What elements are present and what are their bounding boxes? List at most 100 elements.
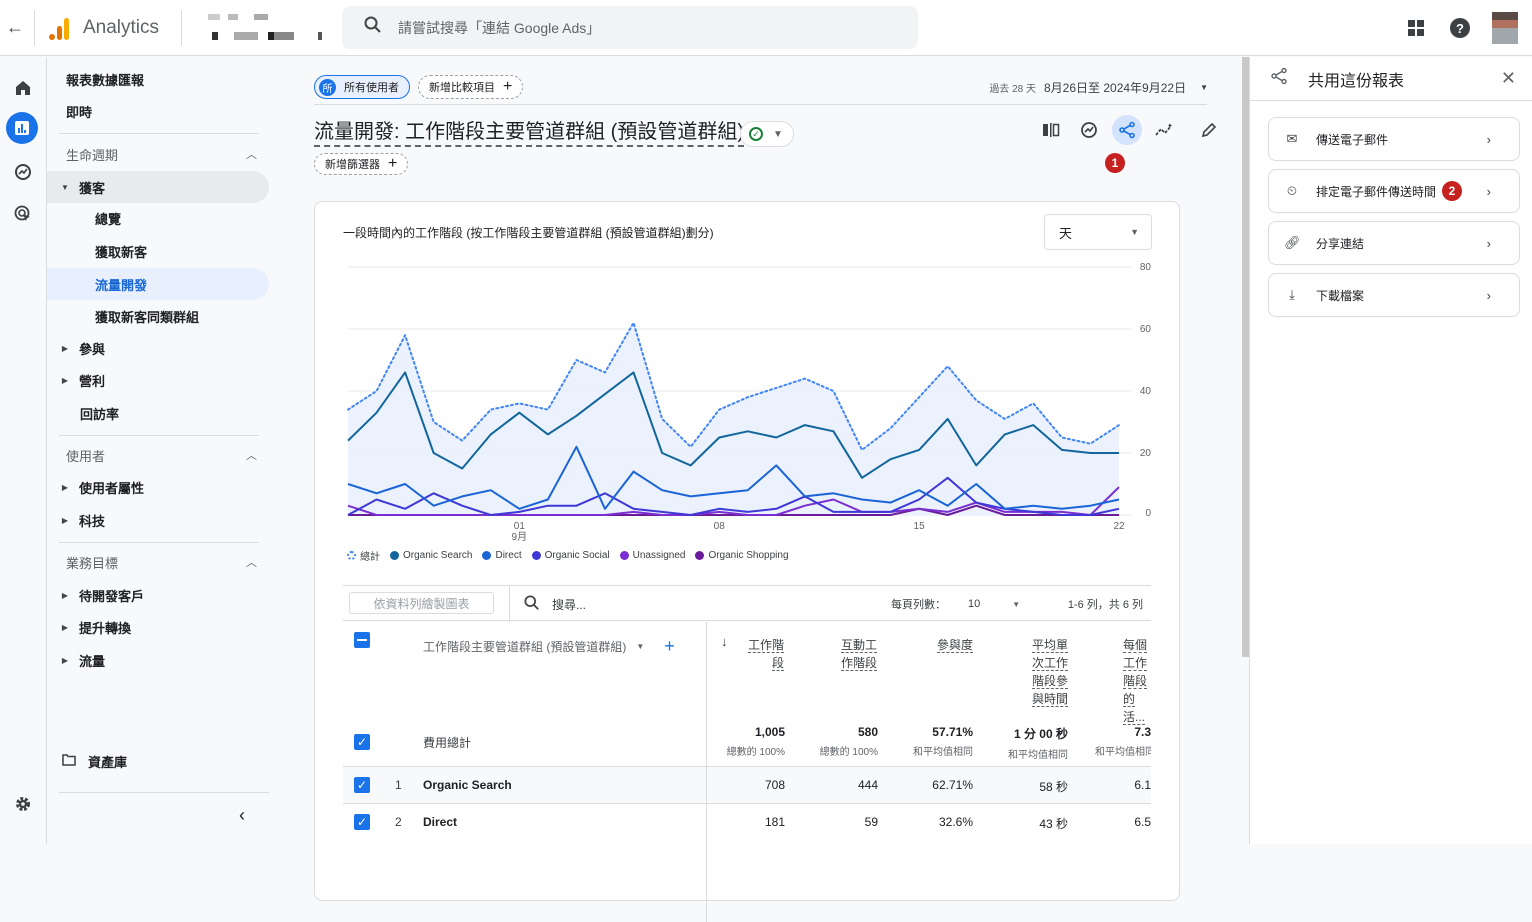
option-label: 下載檔案 [1316,288,1365,303]
nav-library[interactable]: 資產庫 [47,745,269,777]
y-tick-label: 20 [1140,448,1152,459]
nav-acq-overview[interactable]: 總覽 [47,202,269,234]
plus-icon: + [388,155,398,172]
legend-item[interactable]: Unassigned [619,550,685,561]
nav-tech[interactable]: ▶ 科技 [47,504,269,536]
metric-header-avg-engagement-time[interactable]: 平均單次工作階段參與時間 [1028,636,1068,708]
section-lifecycle[interactable]: 生命週期 ︿ [47,138,269,170]
table-search[interactable]: 搜尋... [509,586,709,622]
legend-swatch [619,551,629,560]
section-user[interactable]: 使用者 ︿ [47,439,269,471]
legend-label: Organic Search [403,550,473,561]
legend-label: Direct [495,550,522,561]
x-tick-label: 15 [914,521,926,532]
home-icon[interactable] [8,73,38,103]
dimension-header[interactable]: 工作階段主要管道群組 (預設管道群組) ▼ + [423,636,675,657]
section-business-objectives[interactable]: 業務目標 ︿ [47,546,269,578]
dropdown-arrow-icon: ▼ [636,642,645,651]
avatar[interactable] [1492,12,1518,44]
send-email-option[interactable]: ✉ 傳送電子郵件 › [1268,117,1520,161]
advertising-icon[interactable] [8,199,38,229]
account-selector[interactable] [198,9,329,46]
row-checkbox[interactable]: ✓ [354,814,370,830]
metric-header-engagement-rate[interactable]: 參與度 [923,636,973,654]
metric-header-label: 每個工作階段的活... [1123,638,1148,725]
add-dimension-plus-icon[interactable]: + [664,636,675,657]
plus-icon: + [503,78,513,95]
table-row[interactable]: ✓ 2 Direct 181 59 32.6% 43 秒 6.5 [343,803,1151,841]
mail-icon: ✉ [1286,131,1298,146]
anomaly-sparkle-icon[interactable]: ✦ [1150,115,1180,145]
caret-right-icon: ▶ [61,343,69,353]
nav-label: 參與 [79,341,106,357]
annotation-badge-2: 2 [1442,181,1463,201]
add-comparison-button[interactable]: 新增比較項目 + [418,75,524,99]
back-arrow-icon[interactable]: ← [4,17,26,38]
metric-header-engaged-sessions[interactable]: 互動工作階段 [833,636,877,672]
caret-right-icon: ▶ [61,622,69,632]
metric-header-events-per-session[interactable]: 每個工作階段的活... [1123,636,1151,726]
page-title[interactable]: 流量開發: 工作階段主要管道群組 (預設管道群組) [314,119,744,147]
close-icon[interactable]: ✕ [1501,68,1516,89]
section-label: 使用者 [66,448,106,464]
rows-per-page-label: 每頁列數： [891,599,946,611]
select-all-checkbox[interactable] [354,632,370,648]
nav-monetization[interactable]: ▶ 營利 [47,364,269,396]
insights-icon[interactable] [1074,115,1104,145]
collapse-nav-chevron-icon[interactable]: ‹ [239,805,245,826]
rows-per-page[interactable]: 每頁列數： 10 ▼ [891,596,1020,612]
search-bar[interactable]: 請嘗試搜尋「連結 Google Ads」 [342,6,918,49]
reports-icon[interactable] [6,112,38,144]
compare-icon[interactable] [1036,115,1066,145]
granularity-select[interactable]: 天 ▼ [1044,214,1152,250]
legend-item[interactable]: Direct [482,550,522,561]
legend-item[interactable]: Organic Social [531,550,610,561]
plot-rows-button[interactable]: 依資料列繪製圖表 [349,592,494,614]
nav-user-acquisition[interactable]: 獲取新客 [47,235,269,267]
share-icon[interactable] [1112,115,1142,145]
divider [59,792,269,793]
apps-grid-icon[interactable] [1408,20,1424,36]
page-info: 1-6 列，共 6 列 [1067,599,1143,611]
segment-chip[interactable]: 所所有使用者 [314,75,410,99]
help-icon[interactable]: ? [1450,18,1470,38]
legend-item[interactable]: 總計 [347,548,380,563]
nav-realtime[interactable]: 即時 [47,95,269,127]
nav-user-acq-cohort[interactable]: 獲取新客同類群組 [47,300,269,332]
table-row[interactable]: ✓ 1 Organic Search 708 444 62.71% 58 秒 6… [343,766,1151,804]
legend-label: 總計 [360,552,380,563]
edit-pencil-icon[interactable] [1194,115,1224,145]
scrollbar[interactable] [1242,57,1249,657]
schedule-email-option[interactable]: ⏲ 排定電子郵件傳送時間 2 › [1268,169,1520,213]
legend-item[interactable]: Organic Shopping [695,550,789,561]
nav-drive-sales[interactable]: ▶ 提升轉換 [47,611,269,643]
download-file-option[interactable]: ⤓ 下載檔案 › [1268,273,1520,317]
cell-sessions: 181 [764,815,785,829]
row-checkbox[interactable]: ✓ [354,777,370,793]
date-range-picker[interactable]: 過去 28 天 8月26日至 2024年9月22日 ▼ [989,79,1208,96]
table-search-placeholder: 搜尋... [552,597,587,612]
share-link-option[interactable]: 🔗︎ 分享連結 › [1268,221,1520,265]
explore-icon[interactable] [8,157,38,187]
nav-acquisition[interactable]: ▼ 獲客 [47,171,269,203]
date-prefix: 過去 28 天 [989,84,1036,95]
nav-retention[interactable]: 回訪率 [47,397,269,429]
legend-item[interactable]: Organic Search [390,550,472,561]
add-comparison-label: 新增比較項目 [429,82,495,94]
analytics-logo[interactable] [49,16,69,40]
nav-user-attributes[interactable]: ▶ 使用者屬性 [47,471,269,503]
nav-engagement[interactable]: ▶ 參與 [47,332,269,364]
cell-engagement-rate: 32.6% [938,815,973,829]
nav-traffic-acquisition[interactable]: 流量開發 [47,268,269,300]
nav-label: 資產庫 [88,754,128,770]
nav-generate-leads[interactable]: ▶ 待開發客戶 [47,579,269,611]
totals-checkbox[interactable]: ✓ [354,734,370,750]
add-filter-button[interactable]: 新增篩選器 + [314,153,409,175]
chevron-right-icon: › [1486,287,1491,303]
total-sub: 和平均值相同 [1008,750,1068,761]
nav-traffic[interactable]: ▶ 流量 [47,644,269,676]
admin-settings-icon[interactable] [8,789,38,819]
metric-header-sessions[interactable]: 工作階段 [746,636,784,672]
nav-reports-snapshot[interactable]: 報表數據匯報 [47,63,269,95]
report-status-chip[interactable]: ✓ ▼ [740,121,794,147]
